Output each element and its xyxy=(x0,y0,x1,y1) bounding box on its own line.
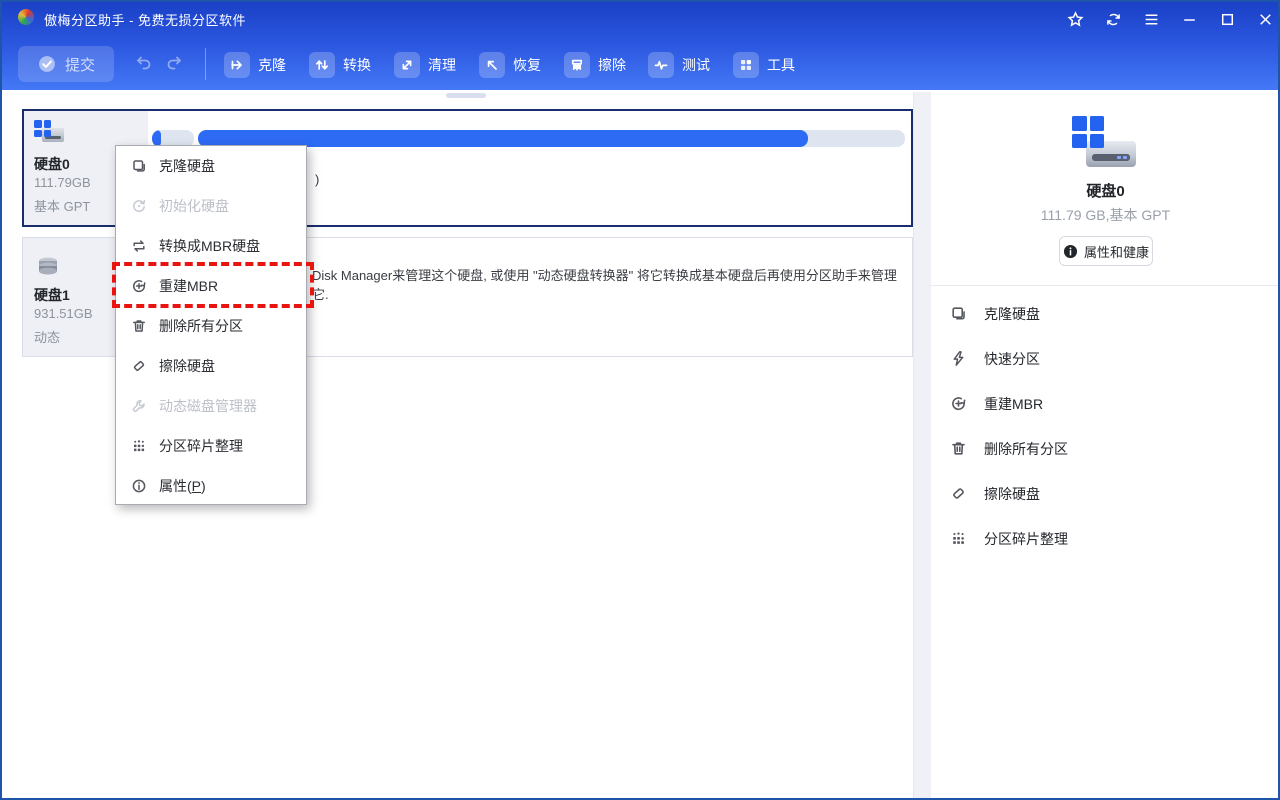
star-icon[interactable] xyxy=(1065,10,1085,28)
minimize-icon[interactable] xyxy=(1179,10,1199,28)
test-button[interactable]: 测试 xyxy=(648,51,710,78)
partition-label-fragment: ) xyxy=(315,172,319,187)
side-action-defrag[interactable]: 分区碎片整理 xyxy=(950,516,1250,561)
rebuild-mbr-icon xyxy=(131,278,147,294)
clone-icon xyxy=(224,52,250,78)
clean-label: 清理 xyxy=(428,55,456,75)
disk1-name: 硬盘1 xyxy=(34,285,70,305)
update-icon[interactable] xyxy=(1103,10,1123,28)
tools-icon xyxy=(733,52,759,78)
delete-partitions-icon xyxy=(950,440,967,457)
close-icon[interactable] xyxy=(1255,10,1275,28)
recover-button[interactable]: 恢复 xyxy=(479,51,541,78)
wipe-label: 擦除 xyxy=(598,55,626,75)
undo-icon[interactable] xyxy=(132,54,154,74)
side-action-erase-disk[interactable]: 擦除硬盘 xyxy=(950,471,1250,516)
submit-label: 提交 xyxy=(65,54,95,75)
erase-disk-icon xyxy=(950,485,967,502)
menu-item-erase-disk[interactable]: 擦除硬盘 xyxy=(116,346,306,386)
disk1-size: 931.51GB xyxy=(34,306,93,321)
menu-item-clone-disk[interactable]: 克隆硬盘 xyxy=(116,146,306,186)
dynamic-disk-message: Disk Manager来管理这个硬盘, 或使用 "动态硬盘转换器" 将它转换成… xyxy=(312,265,907,303)
init-disk-icon xyxy=(131,198,147,214)
submit-button[interactable]: 提交 xyxy=(18,46,114,82)
delete-partitions-icon xyxy=(131,318,147,334)
test-icon xyxy=(648,52,674,78)
disk0-large-icon xyxy=(1072,116,1138,170)
clone-disk-icon xyxy=(131,158,147,174)
side-divider xyxy=(931,285,1280,286)
menu-item-delete-all-partitions[interactable]: 删除所有分区 xyxy=(116,306,306,346)
app-logo-icon xyxy=(18,9,34,25)
convert-mbr-icon xyxy=(131,238,147,254)
maximize-icon[interactable] xyxy=(1217,10,1237,28)
clean-button[interactable]: 清理 xyxy=(394,51,456,78)
side-disk-info: 111.79 GB,基本 GPT xyxy=(931,205,1280,225)
horizontal-scrollbar-thumb[interactable] xyxy=(446,93,486,98)
toolbar-divider xyxy=(205,48,206,80)
clone-label: 克隆 xyxy=(258,55,286,75)
disk1-icon xyxy=(35,254,61,280)
disk0-size: 111.79GB xyxy=(34,175,91,190)
side-disk-name: 硬盘0 xyxy=(931,180,1280,201)
window-title: 傲梅分区助手 - 免费无损分区软件 xyxy=(44,10,246,29)
defrag-icon xyxy=(131,438,147,454)
menu-item-init-disk: 初始化硬盘 xyxy=(116,186,306,226)
recover-icon xyxy=(479,52,505,78)
menu-item-rebuild-mbr[interactable]: 重建MBR xyxy=(116,266,306,306)
tools-label: 工具 xyxy=(767,55,795,75)
rebuild-mbr-icon xyxy=(950,395,967,412)
dynamic-disk-manager-icon xyxy=(131,398,147,414)
panel-divider xyxy=(913,92,931,800)
quick-partition-icon xyxy=(950,350,967,367)
defrag-icon xyxy=(950,530,967,547)
disk0-type: 基本 GPT xyxy=(34,196,90,215)
properties-health-button[interactable]: 属性和健康 xyxy=(1059,236,1153,266)
convert-label: 转换 xyxy=(343,55,371,75)
clone-button[interactable]: 克隆 xyxy=(224,51,286,78)
app-window: 傲梅分区助手 - 免费无损分区软件 xyxy=(0,0,1280,800)
side-action-quick-partition[interactable]: 快速分区 xyxy=(950,336,1250,381)
disk0-icon xyxy=(34,120,64,148)
menu-item-convert-mbr[interactable]: 转换成MBR硬盘 xyxy=(116,226,306,266)
recover-label: 恢复 xyxy=(513,55,541,75)
context-menu: 克隆硬盘 初始化硬盘 转换成MBR硬盘 重建MBR 删除所有分区 擦除硬盘 动态… xyxy=(115,145,307,505)
menu-item-properties[interactable]: 属性(P) xyxy=(116,466,306,506)
info-icon xyxy=(1063,244,1078,259)
clone-disk-icon xyxy=(950,305,967,322)
menu-item-defrag[interactable]: 分区碎片整理 xyxy=(116,426,306,466)
menu-item-dynamic-disk-manager: 动态磁盘管理器 xyxy=(116,386,306,426)
side-action-delete-all-partitions[interactable]: 删除所有分区 xyxy=(950,426,1250,471)
properties-icon xyxy=(131,478,147,494)
tools-button[interactable]: 工具 xyxy=(733,51,795,78)
check-icon xyxy=(37,54,57,74)
clean-icon xyxy=(394,52,420,78)
wipe-icon xyxy=(564,52,590,78)
wipe-button[interactable]: 擦除 xyxy=(564,51,626,78)
test-label: 测试 xyxy=(682,55,710,75)
menu-icon[interactable] xyxy=(1141,10,1161,28)
title-bar: 傲梅分区助手 - 免费无损分区软件 xyxy=(2,2,1278,32)
disk0-name: 硬盘0 xyxy=(34,154,70,174)
disk1-type: 动态 xyxy=(34,327,60,346)
side-action-rebuild-mbr[interactable]: 重建MBR xyxy=(950,381,1250,426)
side-action-clone-disk[interactable]: 克隆硬盘 xyxy=(950,291,1250,336)
erase-disk-icon xyxy=(131,358,147,374)
convert-icon xyxy=(309,52,335,78)
header: 傲梅分区助手 - 免费无损分区软件 xyxy=(2,2,1278,90)
redo-icon[interactable] xyxy=(164,54,186,74)
convert-button[interactable]: 转换 xyxy=(309,51,371,78)
